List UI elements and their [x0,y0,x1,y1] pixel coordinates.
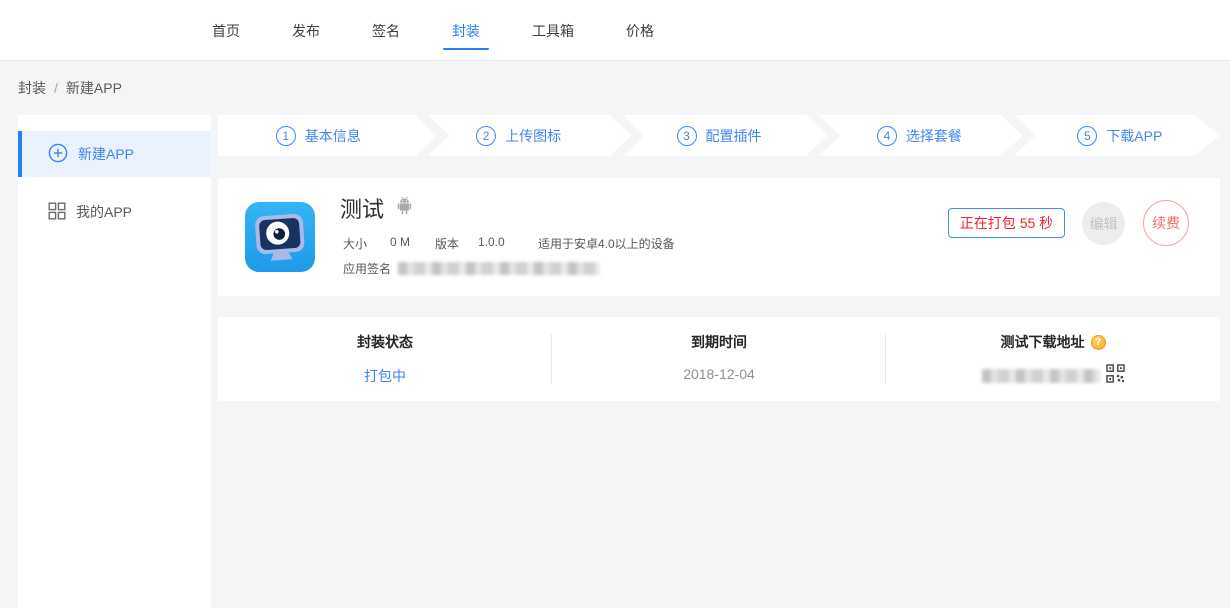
signature-redacted-blur [398,262,600,275]
edit-button[interactable]: 编辑 [1082,202,1125,245]
sidebar-item-new-app[interactable]: 新建APP [18,131,211,177]
breadcrumb-item-package[interactable]: 封装 [18,78,46,98]
wizard-stepper: 1 基本信息 2 上传图标 3 配置插件 4 选择套餐 5 下载APP [218,115,1220,156]
expiry-column: 到期时间 2018-12-04 [552,317,886,401]
packing-status-button[interactable]: 正在打包 55 秒 [948,208,1065,238]
size-label: 大小 [343,235,367,252]
download-url-title: 测试下载地址 ? [1001,332,1106,352]
step-label: 选择套餐 [906,126,962,146]
app-packaging-page: 首页 发布 签名 封装 工具箱 价格 封装 / 新建APP 新建APP 我的AP… [0,0,1230,608]
nav-tab-signature[interactable]: 签名 [372,0,400,60]
sidebar: 新建APP 我的APP [18,115,211,608]
version-value: 1.0.0 [478,235,505,249]
nav-tab-label: 首页 [212,23,240,39]
sidebar-item-label: 我的APP [76,202,132,222]
download-url-column: 测试下载地址 ? [886,317,1220,401]
android-icon [396,196,413,220]
signature-label: 应用签名 [343,260,391,277]
app-name: 测试 [340,192,384,224]
download-url-redacted-blur [982,369,1100,383]
expiry-date: 2018-12-04 [683,366,755,382]
step-label: 基本信息 [305,126,361,146]
step-chevron-separator [415,115,449,156]
app-title-row: 测试 [340,192,413,224]
active-item-indicator [18,131,22,177]
step-download-app[interactable]: 5 下载APP [1020,115,1220,156]
top-navbar: 首页 发布 签名 封装 工具箱 价格 [0,0,1230,61]
nav-tab-pricing[interactable]: 价格 [626,0,654,60]
nav-tab-label: 封装 [452,23,480,39]
nav-tab-label: 价格 [626,23,654,39]
step-number-badge: 2 [476,126,496,146]
download-url-row [982,364,1125,388]
package-status-title: 封装状态 [357,332,413,352]
breadcrumb: 封装 / 新建APP [18,78,122,98]
step-number-badge: 3 [677,126,697,146]
coin-question-icon[interactable]: ? [1091,335,1106,350]
qr-code-icon[interactable] [1106,364,1125,388]
step-number-badge: 5 [1077,126,1097,146]
compatibility-note: 适用于安卓4.0以上的设备 [538,235,675,252]
status-info-card: 封装状态 打包中 到期时间 2018-12-04 测试下载地址 ? [218,317,1220,401]
nav-tab-package[interactable]: 封装 [452,0,480,60]
step-label: 上传图标 [505,126,561,146]
nav-tab-label: 工具箱 [532,23,574,39]
step-number-badge: 4 [877,126,897,146]
nav-tab-label: 签名 [372,23,400,39]
step-chevron-separator [1001,115,1035,156]
app-summary-card: 测试 大小 0 M 版本 1.0.0 适用于安卓4.0以上的设备 [218,178,1220,296]
download-url-title-text: 测试下载地址 [1001,332,1085,352]
plus-circle-icon [48,143,68,166]
grid-icon [48,202,66,223]
package-status-value: 打包中 [364,366,406,386]
size-value: 0 M [390,235,410,249]
step-select-plan[interactable]: 4 选择套餐 [819,115,1019,156]
step-configure-plugins[interactable]: 3 配置插件 [619,115,819,156]
step-label: 配置插件 [706,126,762,146]
app-icon [245,202,315,272]
package-status-column: 封装状态 打包中 [218,317,552,401]
main-nav: 首页 发布 签名 封装 工具箱 价格 [212,0,654,60]
renew-button[interactable]: 续费 [1143,200,1189,246]
nav-tab-home[interactable]: 首页 [212,0,240,60]
nav-tab-label: 发布 [292,23,320,39]
step-number-badge: 1 [276,126,296,146]
step-basic-info[interactable]: 1 基本信息 [218,115,418,156]
active-tab-underline [443,48,489,50]
step-chevron-separator [610,115,644,156]
breadcrumb-item-new-app: 新建APP [66,78,122,98]
step-chevron-separator [806,115,840,156]
nav-tab-publish[interactable]: 发布 [292,0,320,60]
expiry-title: 到期时间 [691,332,747,352]
nav-tab-toolbox[interactable]: 工具箱 [532,0,574,60]
version-label: 版本 [435,235,459,252]
step-label: 下载APP [1106,126,1162,146]
sidebar-item-my-app[interactable]: 我的APP [18,189,211,235]
sidebar-item-label: 新建APP [78,144,134,164]
breadcrumb-separator: / [54,80,58,96]
